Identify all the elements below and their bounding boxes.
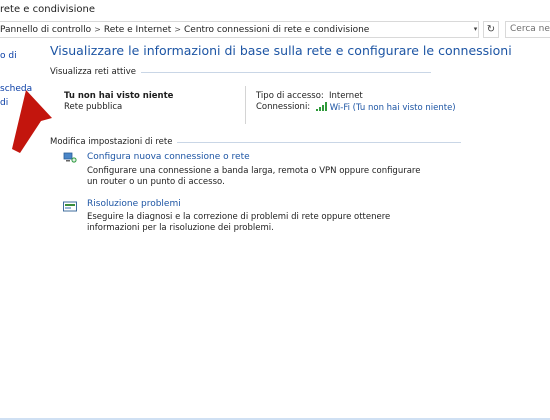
chevron-down-icon[interactable]: ▾ [470, 21, 481, 38]
breadcrumb-item-network-internet[interactable]: Rete e Internet [104, 25, 171, 35]
connection-link[interactable]: Wi-Fi (Tu non hai visto niente) [316, 102, 456, 113]
connection-link-label[interactable]: Wi-Fi (Tu non hai visto niente) [330, 103, 456, 113]
refresh-icon[interactable]: ↻ [483, 21, 499, 38]
setup-new-connection-description: Configurare una connessione a banda larg… [87, 166, 421, 187]
troubleshoot-link[interactable]: Risoluzione problemi [87, 199, 181, 209]
active-networks-header-label: Visualizza reti attive [50, 67, 137, 77]
active-networks-header: Visualizza reti attive [50, 67, 432, 77]
red-arrow [12, 90, 52, 153]
new-connection-icon [63, 152, 77, 163]
divider [141, 71, 432, 73]
sidebar-item-3[interactable]: di [0, 98, 8, 108]
access-type-label: Tipo di accesso: [256, 91, 324, 101]
search-input[interactable]: Cerca nel Pann [505, 21, 550, 38]
access-type-value: Internet [329, 91, 363, 101]
breadcrumb-separator-icon[interactable]: > [94, 25, 101, 34]
divider [245, 86, 246, 124]
page-title: Visualizzare le informazioni di base sul… [50, 43, 512, 58]
wifi-signal-icon [316, 102, 327, 111]
troubleshoot-description: Eseguire la diagnosi e la correzione di … [87, 212, 391, 233]
change-settings-header: Modifica impostazioni di rete [50, 137, 462, 147]
network-type: Rete pubblica [64, 102, 123, 112]
connections-label: Connessioni: [256, 102, 311, 112]
troubleshoot-icon [63, 201, 77, 212]
sidebar-item-2[interactable]: scheda [0, 84, 32, 94]
network-name: Tu non hai visto niente [64, 91, 174, 101]
breadcrumb-item-network-center[interactable]: Centro connessioni di rete e condivision… [184, 25, 369, 35]
breadcrumb[interactable]: Pannello di controllo > Rete e Internet > Ce… [0, 21, 479, 38]
change-settings-header-label: Modifica impostazioni di rete [50, 137, 173, 147]
divider [177, 141, 462, 143]
setup-new-connection-link[interactable]: Configura nuova connessione o rete [87, 152, 250, 162]
breadcrumb-item-control-panel[interactable]: Pannello di controllo [0, 25, 91, 35]
window-title: rete e condivisione [0, 4, 95, 15]
sidebar-item-1[interactable]: o di [0, 51, 17, 61]
address-bar: Pannello di controllo > Rete e Internet > Ce… [0, 20, 550, 40]
breadcrumb-separator-icon[interactable]: > [174, 25, 181, 34]
